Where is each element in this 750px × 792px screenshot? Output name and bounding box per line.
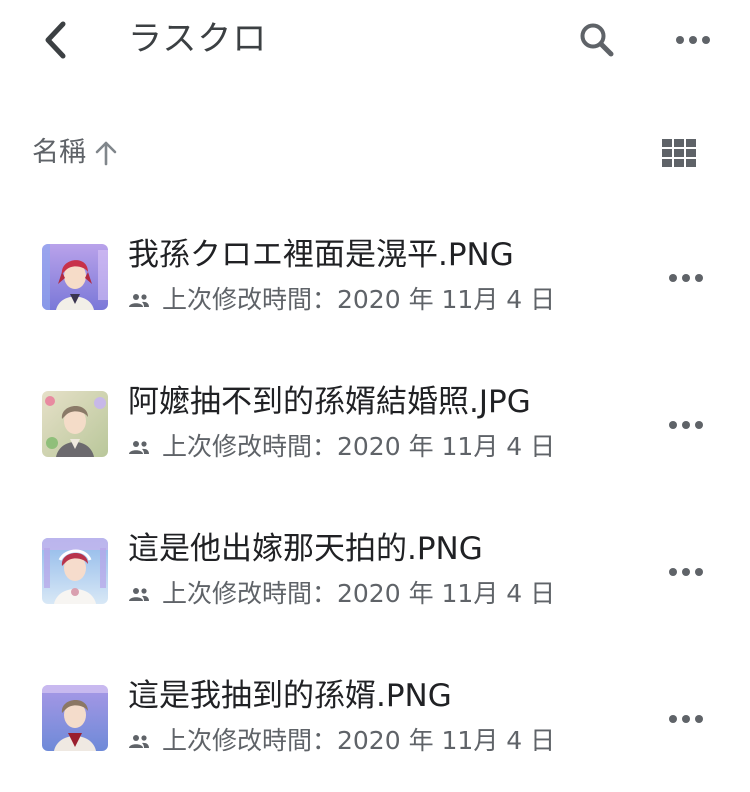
sort-by-name-button[interactable]: 名稱: [32, 134, 118, 172]
grid-view-button[interactable]: [658, 134, 700, 172]
more-horizontal-icon: [669, 274, 703, 282]
file-name: 這是我抽到的孫婿.PNG: [128, 678, 452, 714]
file-thumbnail: [42, 391, 108, 457]
more-horizontal-icon: [676, 36, 710, 44]
file-name: 我孫クロエ裡面是滉平.PNG: [128, 237, 514, 273]
modified-date: 上次修改時間：2020 年 11月 4 日: [162, 285, 556, 314]
file-list: 我孫クロエ裡面是滉平.PNG 上次修改時間：2020 年 11月 4 日 阿嬤抽…: [0, 204, 750, 792]
file-meta: 上次修改時間：2020 年 11月 4 日: [128, 723, 555, 759]
search-icon: [580, 23, 614, 57]
more-horizontal-icon: [669, 421, 703, 429]
file-thumbnail: [42, 685, 108, 751]
grid-view-icon: [662, 139, 696, 167]
shared-people-icon: [128, 731, 152, 751]
shared-people-icon: [128, 437, 152, 457]
file-name: 這是他出嫁那天拍的.PNG: [128, 531, 483, 567]
more-options-button[interactable]: [668, 18, 718, 62]
search-button[interactable]: [574, 18, 620, 62]
file-more-button[interactable]: [662, 697, 710, 741]
shared-people-icon: [128, 290, 152, 310]
sort-bar: 名稱: [0, 128, 750, 178]
shared-people-icon: [128, 584, 152, 604]
modified-date: 上次修改時間：2020 年 11月 4 日: [162, 579, 556, 608]
file-more-button[interactable]: [662, 550, 710, 594]
arrow-up-icon: [94, 139, 118, 167]
top-app-bar: ラスクロ: [0, 0, 750, 80]
back-arrow-icon: [45, 21, 66, 59]
file-more-button[interactable]: [662, 256, 710, 300]
file-row[interactable]: 這是他出嫁那天拍的.PNG 上次修改時間：2020 年 11月 4 日: [0, 498, 750, 645]
file-row[interactable]: 我孫クロエ裡面是滉平.PNG 上次修改時間：2020 年 11月 4 日: [0, 204, 750, 351]
more-horizontal-icon: [669, 715, 703, 723]
file-meta: 上次修改時間：2020 年 11月 4 日: [128, 282, 555, 318]
modified-date: 上次修改時間：2020 年 11月 4 日: [162, 726, 556, 755]
sort-label: 名稱: [32, 137, 86, 168]
file-thumbnail: [42, 538, 108, 604]
file-row[interactable]: 這是我抽到的孫婿.PNG 上次修改時間：2020 年 11月 4 日: [0, 645, 750, 792]
back-button[interactable]: [36, 18, 76, 62]
folder-title: ラスクロ: [128, 19, 268, 59]
modified-date: 上次修改時間：2020 年 11月 4 日: [162, 432, 556, 461]
file-name: 阿嬤抽不到的孫婿結婚照.JPG: [128, 384, 531, 420]
file-thumbnail: [42, 244, 108, 310]
file-meta: 上次修改時間：2020 年 11月 4 日: [128, 576, 555, 612]
more-horizontal-icon: [669, 568, 703, 576]
file-more-button[interactable]: [662, 403, 710, 447]
file-meta: 上次修改時間：2020 年 11月 4 日: [128, 429, 555, 465]
file-row[interactable]: 阿嬤抽不到的孫婿結婚照.JPG 上次修改時間：2020 年 11月 4 日: [0, 351, 750, 498]
